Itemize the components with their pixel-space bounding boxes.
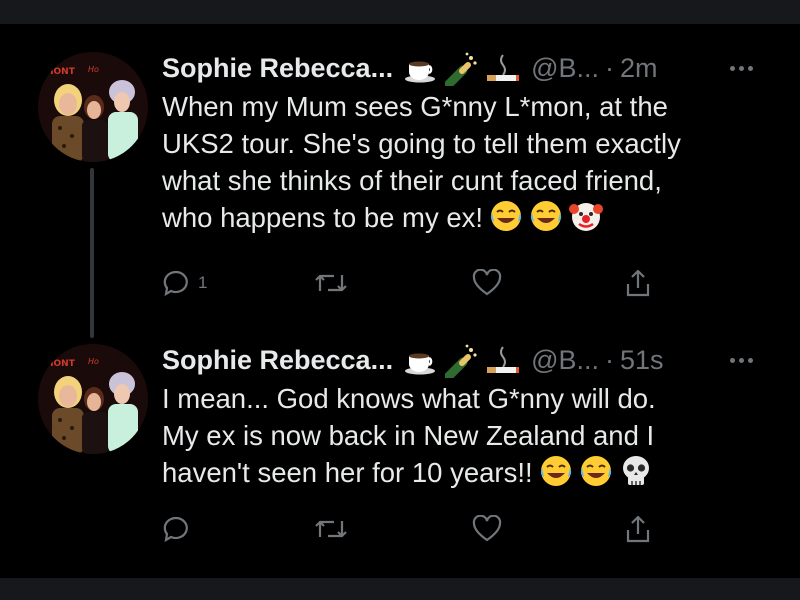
author-name[interactable]: Sophie Rebecca... (162, 346, 393, 374)
separator-dot: · (605, 344, 615, 375)
svg-text:HONT: HONT (46, 67, 76, 77)
bottom-bar (0, 578, 800, 600)
trailing-emojis (539, 454, 653, 488)
svg-text:Ho: Ho (88, 65, 99, 74)
joy-emoji (530, 201, 562, 231)
coffee-emoji (405, 353, 436, 375)
separator-dot: · (605, 52, 615, 83)
joy-emoji (540, 456, 571, 486)
champagne-emoji (445, 344, 477, 378)
joy-emoji (580, 456, 611, 486)
more-options-icon[interactable] (730, 350, 753, 370)
avatar-photo: HONT Ho (38, 344, 148, 454)
author-handle[interactable]: @B... (531, 54, 599, 82)
tweet-header: Sophie Rebecca... @B... · 51s (162, 340, 664, 380)
heart-icon (472, 515, 502, 542)
avatar[interactable]: HONT Ho (38, 344, 148, 454)
tweet-timestamp[interactable]: 51s (620, 346, 664, 374)
retweet-icon (315, 274, 347, 292)
share-button[interactable] (624, 268, 652, 298)
share-button[interactable] (624, 514, 652, 544)
tweet-timestamp[interactable]: 2m (620, 54, 658, 82)
author-name[interactable]: Sophie Rebecca... (162, 54, 393, 82)
tweet-text: When my Mum sees G*nny L*mon, at the UKS… (162, 88, 772, 236)
retweet-icon (315, 520, 347, 538)
tweet-text-line: I mean... God knows what G*nny will do. (162, 383, 656, 414)
skull-emoji (622, 456, 649, 485)
tweet-text-line: what she thinks of their cunt faced frie… (162, 165, 662, 196)
avatar[interactable]: HONT Ho (38, 52, 148, 162)
more-options-icon[interactable] (730, 58, 753, 78)
reply-icon (163, 270, 188, 297)
reply-icon (163, 516, 188, 543)
champagne-emoji (445, 52, 477, 86)
svg-text:HONT: HONT (46, 359, 76, 369)
top-bar (0, 0, 800, 24)
trailing-emojis (489, 199, 604, 233)
tweet-header: Sophie Rebecca... @B... · 2m (162, 48, 658, 88)
retweet-button[interactable] (314, 514, 348, 544)
reply-count: 1 (198, 273, 208, 292)
tweet-text-line: My ex is now back in New Zealand and I (162, 420, 655, 451)
share-icon (626, 269, 650, 297)
heart-icon (472, 269, 502, 296)
coffee-emoji (405, 61, 436, 83)
reply-button[interactable] (162, 514, 198, 544)
tweet-actions: 1 (162, 268, 682, 298)
clown-emoji (569, 203, 604, 231)
author-handle[interactable]: @B... (531, 346, 599, 374)
tweet-actions (162, 514, 682, 544)
joy-emoji (490, 201, 522, 231)
cigarette-emoji (487, 54, 520, 81)
tweet-text-line: UKS2 tour. She's going to tell them exac… (162, 128, 681, 159)
svg-text:Ho: Ho (88, 357, 99, 366)
share-icon (626, 515, 650, 543)
cigarette-emoji (487, 346, 520, 373)
name-emojis (403, 50, 521, 86)
name-emojis (403, 342, 521, 378)
thread-connector-line (90, 168, 94, 338)
like-button[interactable] (472, 268, 502, 298)
retweet-button[interactable] (314, 268, 348, 298)
tweet-text: I mean... God knows what G*nny will do. … (162, 380, 772, 491)
like-button[interactable] (472, 514, 502, 544)
tweet-text-line: who happens to be my ex! (162, 202, 484, 233)
tweet-text-line: haven't seen her for 10 years!! (162, 457, 533, 488)
reply-button[interactable]: 1 (162, 268, 207, 298)
tweet-text-line: When my Mum sees G*nny L*mon, at the (162, 91, 668, 122)
avatar-photo: HONT Ho (38, 52, 148, 162)
